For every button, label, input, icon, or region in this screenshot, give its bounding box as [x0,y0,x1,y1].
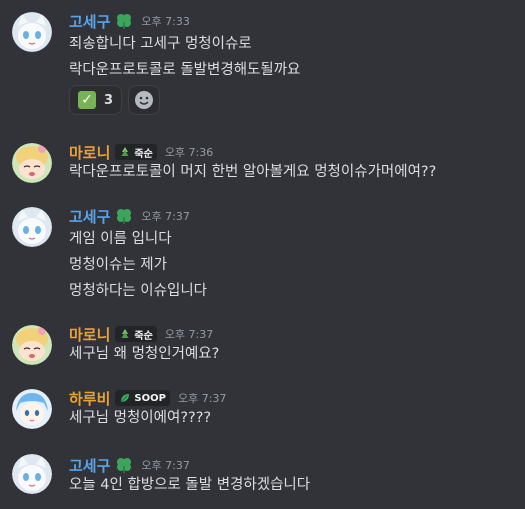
reaction-count: 3 [104,92,114,108]
message-header: 고세구 오후 7:33 [69,10,190,32]
message-gosegu-2: 고세구 오후 7:37 게임 이름 입니다 멍청이슈는 제가 멍청하다는 이슈입… [0,205,525,305]
message-header: 고세구 오후 7:37 [69,205,190,227]
role-tag[interactable]: 죽순 [115,144,157,160]
message-gosegu-3: 고세구 오후 7:37 오늘 4인 합방으로 돌발 변경하겠습니다 [0,454,525,504]
timestamp[interactable]: 오후 7:37 [141,208,189,224]
message-header: 하루비 SOOP 오후 7:37 [69,387,226,409]
timestamp[interactable]: 오후 7:33 [141,13,189,29]
message-gosegu-1: 고세구 오후 7:33 죄송합니다 고세구 멍청이슈로 락다운프로토콜로 돌발변… [0,10,525,120]
message-text: 세구님 멍청이에여???? [69,410,212,426]
check-mark-icon: ✓ [78,91,96,109]
avatar-gosegu[interactable] [12,207,52,247]
bamboo-shoot-icon [121,329,129,338]
username[interactable]: 마로니 [69,142,110,163]
message-text: 죄송합니다 고세구 멍청이슈로 [69,36,252,52]
timestamp[interactable]: 오후 7:37 [178,390,226,406]
username[interactable]: 마로니 [69,324,110,345]
avatar-maroni[interactable] [12,325,52,365]
avatar-gosegu[interactable] [12,454,52,494]
clover-icon [115,12,133,30]
message-header: 마로니 죽순 오후 7:37 [69,323,213,345]
clover-icon [115,456,133,474]
avatar-gosegu[interactable] [12,12,52,52]
message-header: 마로니 죽순 오후 7:36 [69,141,213,163]
timestamp[interactable]: 오후 7:37 [165,326,213,342]
role-tag-label: 죽순 [134,330,153,342]
role-tag-label: 죽순 [134,148,153,160]
message-text: 오늘 4인 합방으로 돌발 변경하겠습니다 [69,477,311,493]
role-tag[interactable]: 죽순 [115,326,157,342]
message-maroni-2: 마로니 죽순 오후 7:37 세구님 왜 멍청인거예요? [0,323,525,373]
leaf-icon [121,394,130,403]
role-tag-label: SOOP [134,392,166,404]
username[interactable]: 고세구 [69,11,110,32]
add-reaction-button[interactable] [128,85,161,115]
message-header: 고세구 오후 7:37 [69,454,190,476]
reaction-check[interactable]: ✓ 3 [69,85,123,115]
username[interactable]: 고세구 [69,206,110,227]
avatar-maroni[interactable] [12,143,52,183]
timestamp[interactable]: 오후 7:36 [165,144,213,160]
username[interactable]: 고세구 [69,455,110,476]
message-harubi: 하루비 SOOP 오후 7:37 세구님 멍청이에여???? [0,387,525,437]
message-text: 락다운프로토콜로 돌발변경해도될까요 [69,62,301,78]
message-text: 세구님 왜 멍청인거예요? [69,346,220,362]
message-maroni-1: 마로니 죽순 오후 7:36 락다운프로토콜이 머지 한번 알아볼게요 멍청이슈… [0,141,525,191]
smiley-face-icon [135,91,154,109]
bamboo-shoot-icon [121,147,129,156]
message-text: 멍청이슈는 제가 [69,257,167,273]
username[interactable]: 하루비 [69,388,110,409]
timestamp[interactable]: 오후 7:37 [141,457,189,473]
role-tag[interactable]: SOOP [115,390,170,406]
reactions: ✓ 3 [69,85,161,115]
message-text: 게임 이름 입니다 [69,231,172,247]
avatar-harubi[interactable] [12,389,52,429]
message-text: 락다운프로토콜이 머지 한번 알아볼게요 멍청이슈가머에여?? [69,164,437,180]
message-text: 멍청하다는 이슈입니다 [69,283,208,299]
clover-icon [115,207,133,225]
